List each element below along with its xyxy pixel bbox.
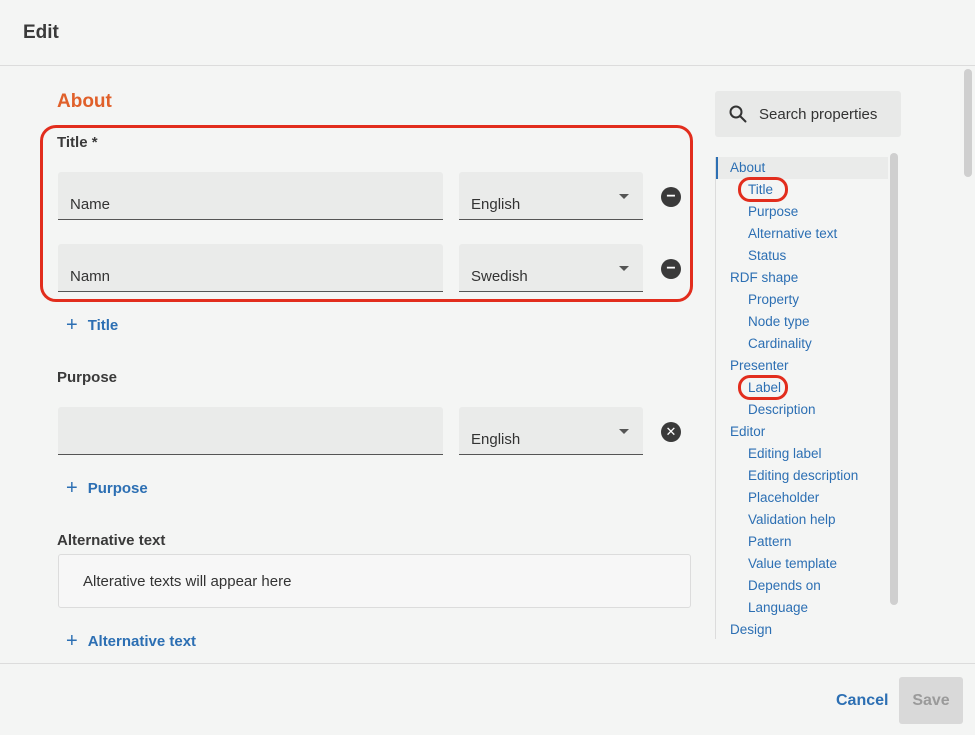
remove-title-row-button-2[interactable]: − xyxy=(661,259,681,279)
title-text-input-2[interactable]: Namn xyxy=(58,244,443,292)
toc-item-pattern[interactable]: Pattern xyxy=(748,534,792,549)
title-field-label: Title * xyxy=(57,134,98,151)
properties-toc: About Title Purpose Alternative text Status R… xyxy=(715,157,888,639)
dropdown-caret-icon xyxy=(619,429,629,434)
add-purpose-button[interactable]: + Purpose xyxy=(66,476,148,499)
alt-text-placeholder: Alterative texts will appear here xyxy=(83,573,292,590)
toc-item-status[interactable]: Status xyxy=(748,248,786,263)
language-select-value: Swedish xyxy=(471,268,528,285)
toc-item-placeholder[interactable]: Placeholder xyxy=(748,490,819,505)
plus-icon: + xyxy=(66,477,78,499)
toc-item-value-template[interactable]: Value template xyxy=(748,556,837,571)
toc-item-depends-on[interactable]: Depends on xyxy=(748,578,821,593)
toc-item-label[interactable]: Label xyxy=(748,380,781,395)
toc-item-description[interactable]: Description xyxy=(748,402,816,417)
alt-text-placeholder-box: Alterative texts will appear here xyxy=(58,554,691,608)
title-text-input-1[interactable]: Name xyxy=(58,172,443,220)
add-purpose-label: Purpose xyxy=(87,480,148,497)
purpose-text-input[interactable] xyxy=(58,407,443,455)
alt-text-field-label: Alternative text xyxy=(57,532,166,549)
dialog-header: Edit xyxy=(0,0,975,66)
toc-item-rdf-shape[interactable]: RDF shape xyxy=(730,270,798,285)
dialog-footer: Cancel Save xyxy=(0,663,975,735)
search-properties-input[interactable]: Search properties xyxy=(715,91,901,137)
language-select-value: English xyxy=(471,196,521,213)
dialog-content: About Title * Name English − Namn Swedis… xyxy=(0,67,975,663)
add-alt-text-label: Alternative text xyxy=(87,633,197,650)
toc-item-editing-description[interactable]: Editing description xyxy=(748,468,858,483)
add-alt-text-button[interactable]: + Alternative text xyxy=(66,629,196,652)
toc-item-validation-help[interactable]: Validation help xyxy=(748,512,836,527)
plus-icon: + xyxy=(66,630,78,652)
dialog-title: Edit xyxy=(23,22,59,43)
toc-item-presenter[interactable]: Presenter xyxy=(730,358,789,373)
title-text-value: Name xyxy=(70,196,111,213)
toc-item-design[interactable]: Design xyxy=(730,622,772,637)
toc-item-node-type[interactable]: Node type xyxy=(748,314,810,329)
toc-item-cardinality[interactable]: Cardinality xyxy=(748,336,812,351)
purpose-language-select[interactable]: English xyxy=(459,407,643,455)
page-scrollbar[interactable] xyxy=(964,69,972,177)
title-language-select-2[interactable]: Swedish xyxy=(459,244,643,292)
toc-scrollbar[interactable] xyxy=(890,153,898,605)
toc-item-property[interactable]: Property xyxy=(748,292,799,307)
remove-title-row-button-1[interactable]: − xyxy=(661,187,681,207)
search-placeholder: Search properties xyxy=(759,106,878,123)
toc-item-purpose[interactable]: Purpose xyxy=(748,204,798,219)
edit-dialog: Edit About Title * Name English − Namn S… xyxy=(0,0,975,735)
toc-item-title[interactable]: Title xyxy=(748,182,773,197)
add-title-label: Title xyxy=(87,317,119,334)
dropdown-caret-icon xyxy=(619,194,629,199)
toc-item-language[interactable]: Language xyxy=(748,600,808,615)
purpose-field-label: Purpose xyxy=(57,369,118,386)
clear-purpose-row-button[interactable]: ✕ xyxy=(661,422,681,442)
save-button[interactable]: Save xyxy=(899,677,963,724)
title-text-value: Namn xyxy=(70,268,111,285)
title-language-select-1[interactable]: English xyxy=(459,172,643,220)
plus-icon: + xyxy=(66,314,78,336)
toc-item-alternative-text[interactable]: Alternative text xyxy=(748,226,837,241)
toc-item-editing-label[interactable]: Editing label xyxy=(748,446,822,461)
toc-item-about[interactable]: About xyxy=(730,160,765,175)
toc-item-editor[interactable]: Editor xyxy=(730,424,765,439)
cancel-button[interactable]: Cancel xyxy=(836,692,888,710)
language-select-value: English xyxy=(471,431,521,448)
search-icon xyxy=(729,105,747,123)
section-heading-about: About xyxy=(57,91,112,112)
add-title-button[interactable]: + Title xyxy=(66,313,118,336)
dropdown-caret-icon xyxy=(619,266,629,271)
